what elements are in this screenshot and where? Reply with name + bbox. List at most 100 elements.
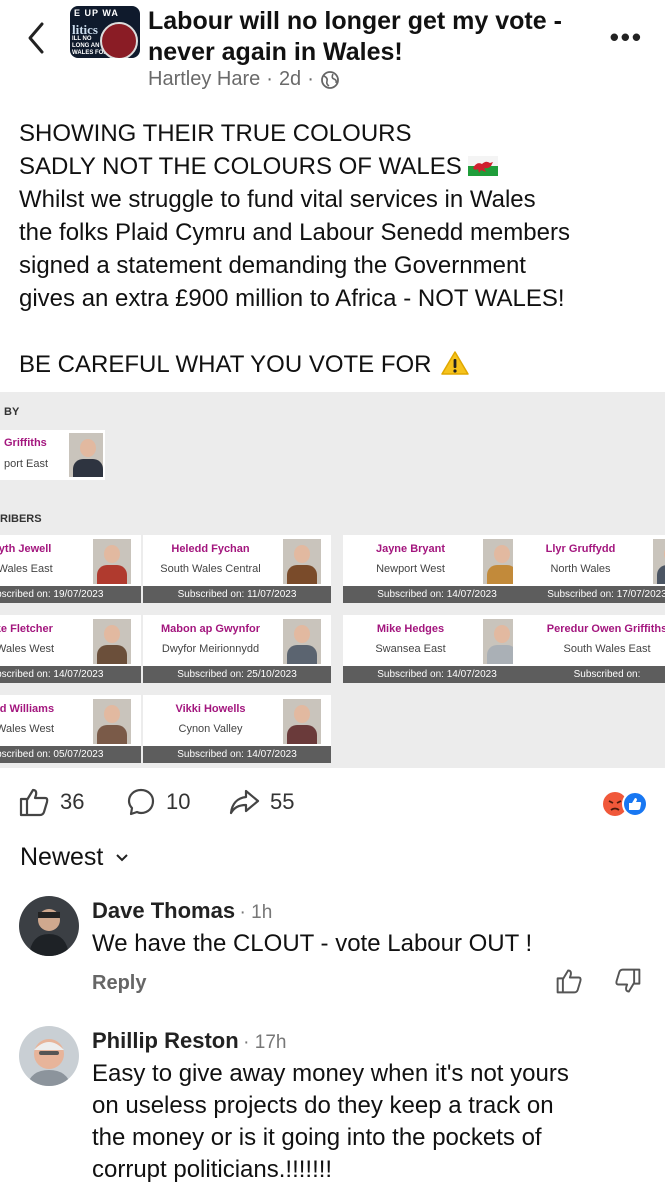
comment-icon [127,788,155,816]
sponsor-card: Griffiths port East [0,430,105,480]
subscriber-card: uke Fletcher h Wales West ubscribed on: 14… [0,615,141,683]
sort-label: Newest [20,843,104,871]
member-photo [93,539,131,584]
back-chevron-icon[interactable] [22,18,52,58]
subscriber-card: elyth Jewell h Wales East ubscribed on: 19… [0,535,141,603]
commenter-avatar[interactable] [19,1026,79,1086]
like-button[interactable]: 36 [18,787,84,817]
subscriber-card: ned Williams h Wales West ubscribed on: 05… [0,695,141,763]
member-region: h Wales East [0,563,53,575]
post-line: the folks Plaid Cymru and Labour Senedd … [19,219,570,246]
comment-count: 10 [166,789,191,814]
member-photo [283,539,321,584]
member-name: Jayne Bryant [375,543,446,555]
subscriber-card: Mabon ap Gwynfor Dwyfor Meirionnydd Subscr… [143,615,331,683]
thumbs-up-icon [19,788,49,817]
comment-author[interactable]: Phillip Reston [92,1028,239,1053]
subscriber-card: Peredur Owen Griffiths South Wales East Su… [513,615,665,683]
member-region: South Wales Central [160,563,261,575]
group-avatar-text: E UP WA [74,8,119,18]
member-photo [653,539,665,584]
subscriber-card: Llyr Gruffydd North Wales Subscribed on: 1… [513,535,665,603]
subscribed-date: ubscribed on: 14/07/2023 [0,666,141,683]
member-region: h Wales West [0,723,55,735]
member-region: port East [4,458,49,470]
post-body: SHOWING THEIR TRUE COLOURS SADLY NOT THE… [19,117,649,381]
commenter-avatar[interactable] [19,896,79,956]
member-name: ned Williams [0,703,55,715]
subscribed-date: Subscribed on: 14/07/2023 [143,746,331,763]
member-region: h Wales West [0,643,55,655]
post-meta: Hartley Hare · 2d · [148,68,340,91]
subscribed-date: Subscribed on: 25/10/2023 [143,666,331,683]
member-region: Newport West [376,563,445,575]
post-actions: 36 10 55 [18,787,658,819]
meta-separator: · [266,68,273,90]
meta-separator: · [307,68,314,90]
member-name: Llyr Gruffydd [545,543,616,555]
member-photo [93,699,131,744]
member-name: Vikki Howells [175,703,246,715]
subscribed-date: Subscribed on: 14/07/2023 [343,666,531,683]
reactions-summary[interactable] [602,791,648,817]
warning-icon [440,351,469,375]
like-count: 36 [60,789,85,814]
like-reaction-icon [622,791,648,817]
author-name[interactable]: Hartley Hare [148,68,260,91]
welsh-flag-icon [467,156,498,176]
member-name: Heledd Fychan [171,543,250,555]
subscribed-date: Subscribed on: 17/07/2023 [513,586,665,603]
post-image[interactable]: BY Griffiths port East RIBERS elyth Jewe… [0,392,665,768]
member-name: Mabon ap Gwynfor [161,623,260,635]
member-name: elyth Jewell [0,543,52,555]
post-line: signed a statement demanding the Governm… [19,252,526,279]
comment-like-icon[interactable] [555,967,583,995]
comment-line: the money or is it going into the pocket… [92,1124,542,1151]
share-count: 55 [270,789,295,814]
member-name: Mike Hedges [376,623,445,635]
subscribed-date: Subscribed on: 14/07/2023 [343,586,531,603]
author-profile-picture [100,22,138,58]
member-photo [283,699,321,744]
group-avatar[interactable]: E UP WA litics ILL NO LONG AN IN WALES F… [70,6,140,58]
comment-dislike-icon[interactable] [614,967,642,995]
subscribers-label: RIBERS [0,513,42,525]
comment-line: Easy to give away money when it's not yo… [92,1060,569,1087]
post-closing: BE CAREFUL WHAT YOU VOTE FOR [19,351,432,378]
member-region: South Wales East [563,643,651,655]
comment-button[interactable]: 10 [126,787,190,817]
post-line-with-flag: SADLY NOT THE COLOURS OF WALES [19,150,649,183]
subscriber-card: Heledd Fychan South Wales Central Subscrib… [143,535,331,603]
comment-header: Phillip Reston · 17h [92,1028,287,1053]
post-line: gives an extra £900 million to Africa - … [19,285,565,312]
member-name: Griffiths [4,437,47,449]
member-name: Peredur Owen Griffiths [546,623,665,635]
subscribed-date: Subscribed on: 11/07/2023 [143,586,331,603]
member-region: Swansea East [375,643,446,655]
member-region: Dwyfor Meirionnydd [161,643,260,655]
post-closing-line: BE CAREFUL WHAT YOU VOTE FOR [19,348,649,381]
member-photo [69,433,103,477]
comment-sort-dropdown[interactable]: Newest [20,843,129,872]
post-line: Whilst we struggle to fund vital service… [19,186,536,213]
more-options-icon[interactable]: ••• [610,22,643,53]
share-button[interactable]: 55 [228,787,294,817]
comment-time: 1h [251,902,273,923]
chevron-down-icon [116,853,129,861]
subscribed-date: ubscribed on: 05/07/2023 [0,746,141,763]
globe-icon [320,70,339,89]
post-line: SADLY NOT THE COLOURS OF WALES [19,153,462,180]
comment-author[interactable]: Dave Thomas [92,898,235,923]
subscriber-card: Mike Hedges Swansea East Subscribed on: 14… [343,615,531,683]
post-time[interactable]: 2d [279,68,301,91]
comment-time: 17h [254,1032,287,1053]
subscribed-date: ubscribed on: 19/07/2023 [0,586,141,603]
member-photo [283,619,321,664]
reply-button[interactable]: Reply [92,972,146,995]
subscribed-date: Subscribed on: [513,666,665,683]
member-name: uke Fletcher [0,623,53,635]
sponsored-by-label: BY [4,406,20,418]
post-line: SHOWING THEIR TRUE COLOURS [19,120,412,147]
comment-line: on useless projects do they keep a track… [92,1092,554,1119]
comment-text: Easy to give away money when it's not yo… [92,1058,652,1186]
